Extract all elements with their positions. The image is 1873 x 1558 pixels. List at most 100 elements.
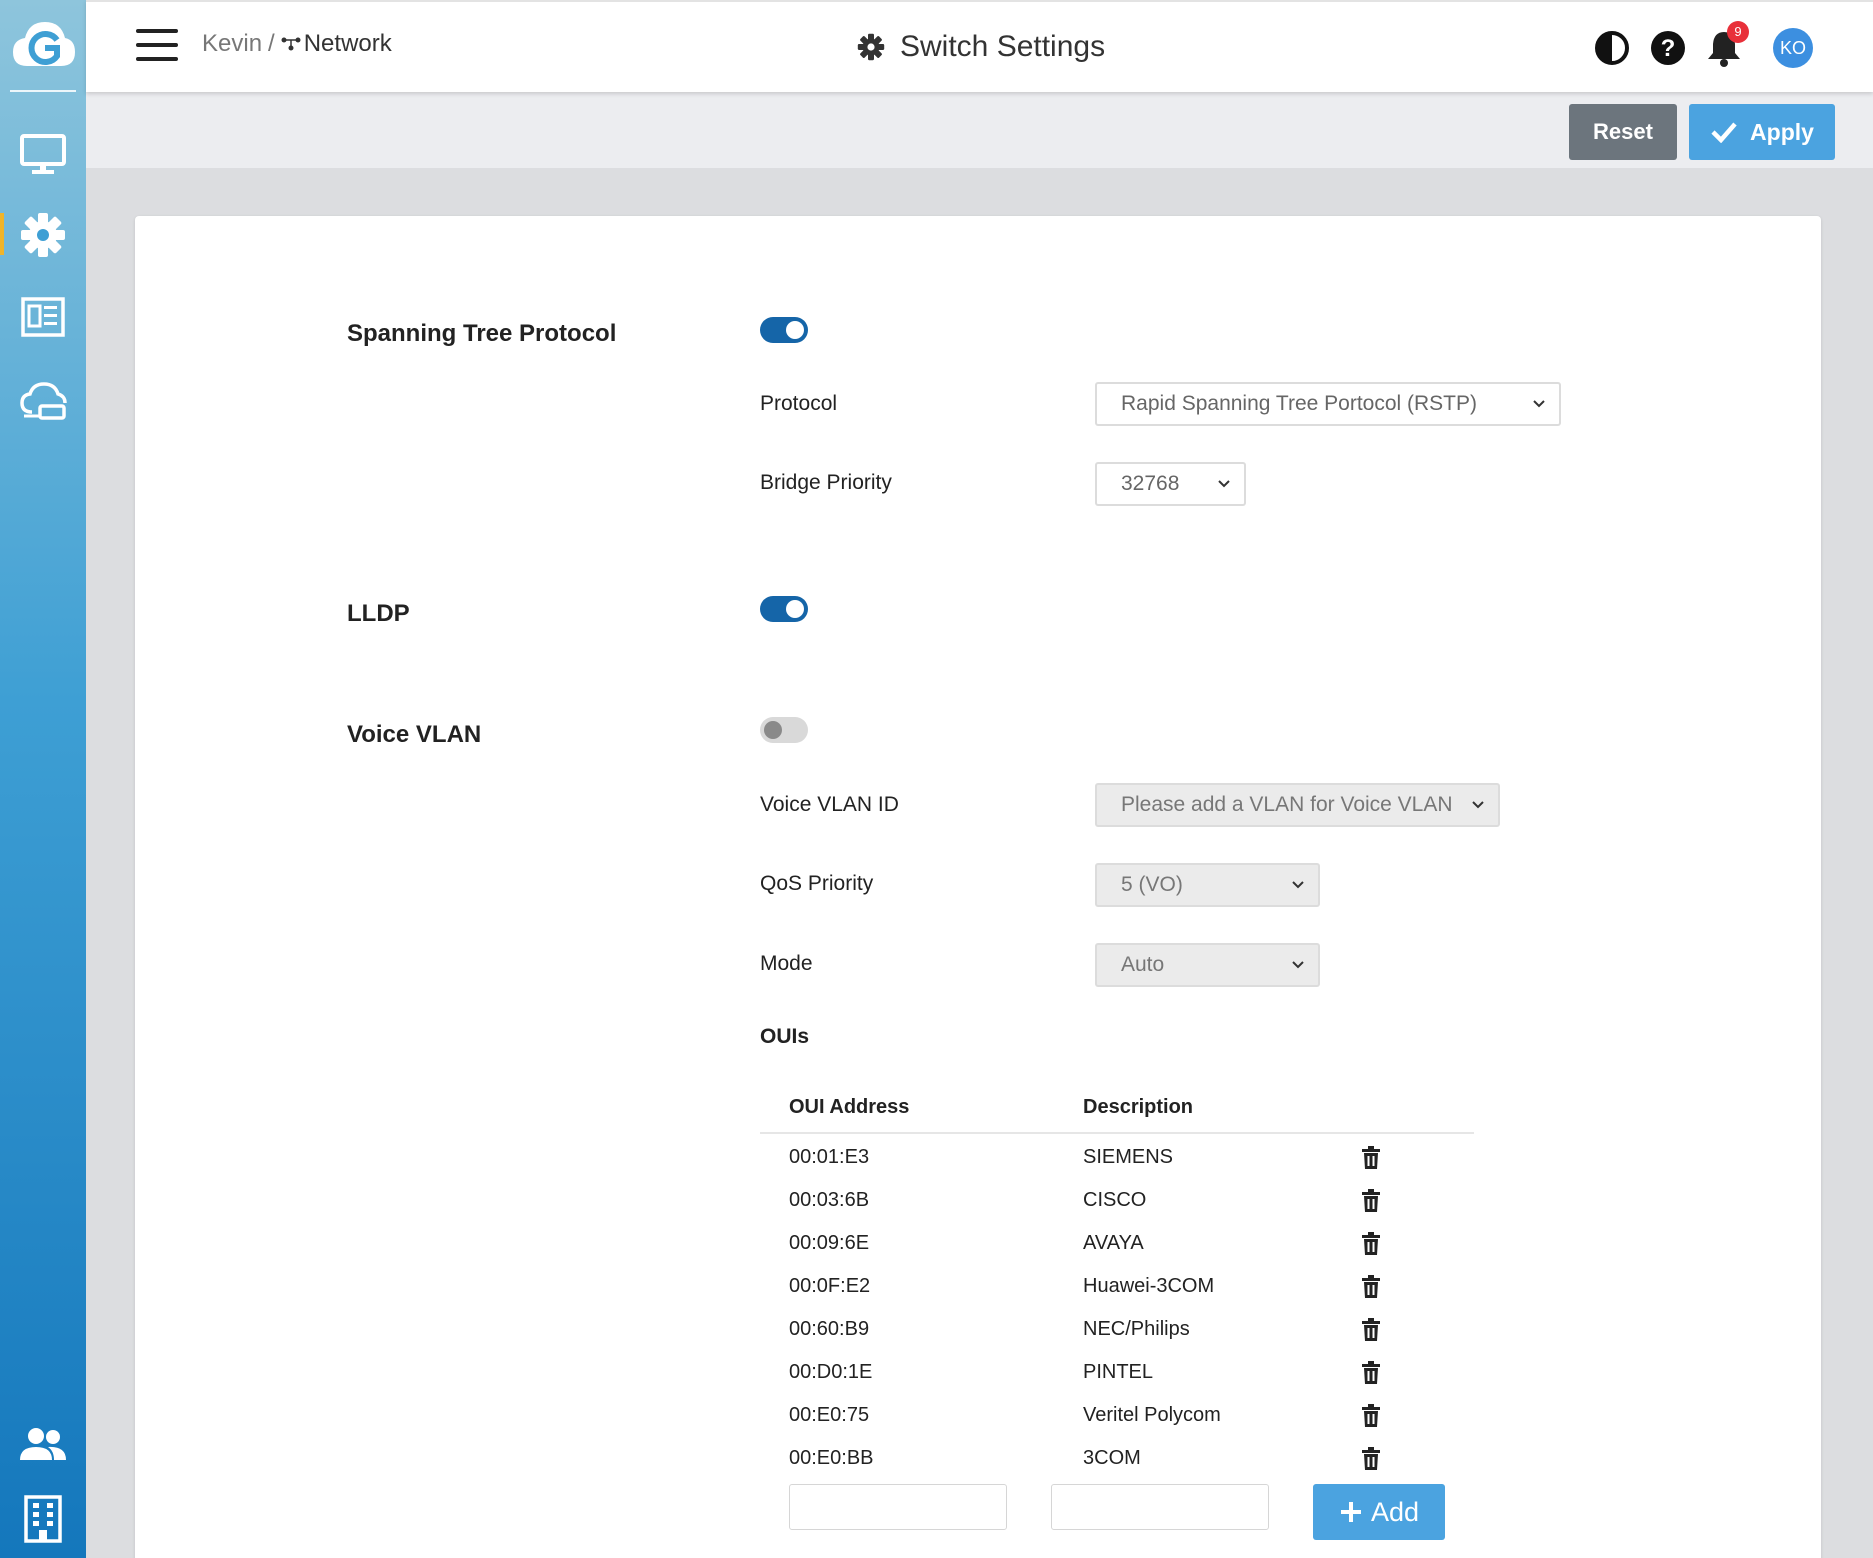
top-icons: ? 9 KO: [1575, 21, 1813, 68]
oui-address: 00:E0:BB: [789, 1447, 874, 1469]
avatar[interactable]: KO: [1773, 28, 1813, 68]
lldp-label: LLDP: [347, 600, 410, 627]
oui-description: NEC/Philips: [1083, 1318, 1190, 1340]
oui-description-input[interactable]: [1051, 1484, 1269, 1530]
voice-vlan-id-value: Please add a VLAN for Voice VLAN: [1121, 793, 1453, 816]
oui-description: 3COM: [1083, 1447, 1141, 1469]
menu-toggle-button[interactable]: [136, 29, 178, 61]
qos-priority-label: QoS Priority: [760, 872, 874, 895]
oui-description: PINTEL: [1083, 1361, 1154, 1383]
oui-table-header: OUI Address Description: [760, 1096, 1474, 1134]
table-row: 00:0F:E2 Huawei-3COM: [760, 1275, 1474, 1311]
oui-address-input[interactable]: [789, 1484, 1007, 1530]
check-icon: [1711, 122, 1737, 143]
protocol-value: Rapid Spanning Tree Portocol (RSTP): [1121, 392, 1478, 415]
oui-description: Huawei-3COM: [1083, 1275, 1215, 1297]
table-row: 00:E0:BB 3COM: [760, 1447, 1474, 1483]
oui-address: 00:09:6E: [789, 1232, 870, 1254]
trash-icon[interactable]: [1360, 1232, 1384, 1256]
trash-icon[interactable]: [1360, 1146, 1384, 1170]
trash-icon[interactable]: [1360, 1361, 1384, 1385]
newspaper-icon[interactable]: [18, 293, 68, 343]
oui-address: 00:E0:75: [789, 1404, 870, 1426]
page-title-text: Switch Settings: [900, 30, 1106, 63]
table-row: 00:09:6E AVAYA: [760, 1232, 1474, 1268]
chevron-down-icon: [1292, 961, 1304, 969]
breadcrumb-separator: /: [268, 30, 275, 57]
chevron-down-icon: [1292, 881, 1304, 889]
contrast-icon[interactable]: [1593, 29, 1631, 67]
qos-priority-select[interactable]: 5 (VO): [1095, 863, 1320, 907]
notification-badge: 9: [1727, 21, 1749, 43]
trash-icon[interactable]: [1360, 1447, 1384, 1471]
oui-description-header: Description: [1083, 1096, 1194, 1118]
trash-icon[interactable]: [1360, 1318, 1384, 1342]
sidebar: [0, 0, 86, 1558]
table-row: 00:E0:75 Veritel Polycom: [760, 1404, 1474, 1440]
breadcrumb-current: Network: [281, 30, 392, 58]
bridge-priority-select[interactable]: 32768: [1095, 462, 1246, 506]
voice-vlan-id-label: Voice VLAN ID: [760, 793, 899, 816]
breadcrumb: Kevin / Network: [202, 30, 392, 58]
chevron-down-icon: [1218, 480, 1230, 488]
breadcrumb-current-label: Network: [303, 30, 392, 57]
action-bar: Reset Apply: [86, 92, 1873, 168]
monitor-icon[interactable]: [18, 130, 68, 180]
add-oui-button[interactable]: Add: [1313, 1484, 1445, 1540]
table-row: 00:01:E3 SIEMENS: [760, 1146, 1474, 1182]
help-icon[interactable]: ?: [1649, 29, 1687, 67]
active-nav-marker: [0, 213, 4, 255]
protocol-select[interactable]: Rapid Spanning Tree Portocol (RSTP): [1095, 382, 1561, 426]
oui-address-header: OUI Address: [789, 1096, 910, 1118]
voice-vlan-id-select[interactable]: Please add a VLAN for Voice VLAN: [1095, 783, 1500, 827]
svg-text:?: ?: [1661, 35, 1676, 62]
table-row: 00:03:6B CISCO: [760, 1189, 1474, 1225]
stp-toggle[interactable]: [760, 317, 808, 343]
bridge-priority-label: Bridge Priority: [760, 471, 892, 494]
stp-label: Spanning Tree Protocol: [347, 320, 617, 347]
apply-button[interactable]: Apply: [1689, 104, 1835, 160]
apply-label: Apply: [1750, 118, 1814, 145]
oui-address: 00:60:B9: [789, 1318, 870, 1340]
protocol-label: Protocol: [760, 392, 838, 415]
gear-icon[interactable]: [18, 210, 68, 260]
oui-description: Veritel Polycom: [1083, 1404, 1221, 1426]
trash-icon[interactable]: [1360, 1404, 1384, 1428]
page-title: Switch Settings: [856, 30, 1105, 64]
logo-icon[interactable]: [9, 14, 77, 82]
oui-description: AVAYA: [1083, 1232, 1144, 1254]
plus-icon: [1340, 1502, 1361, 1522]
voice-vlan-toggle[interactable]: [760, 717, 808, 743]
mode-select[interactable]: Auto: [1095, 943, 1320, 987]
mode-label: Mode: [760, 952, 813, 975]
oui-description: SIEMENS: [1083, 1146, 1174, 1168]
oui-description: CISCO: [1083, 1189, 1147, 1211]
ouis-label: OUIs: [760, 1025, 810, 1048]
table-row: 00:D0:1E PINTEL: [760, 1361, 1474, 1397]
settings-card: Spanning Tree Protocol Protocol Rapid Sp…: [135, 216, 1821, 1558]
chevron-down-icon: [1472, 801, 1484, 809]
bridge-priority-value: 32768: [1121, 472, 1180, 495]
breadcrumb-parent[interactable]: Kevin: [202, 30, 262, 58]
table-row: 00:60:B9 NEC/Philips: [760, 1318, 1474, 1354]
voice-vlan-label: Voice VLAN: [347, 721, 482, 748]
oui-address: 00:0F:E2: [789, 1275, 871, 1297]
add-label: Add: [1370, 1496, 1420, 1527]
chevron-down-icon: [1533, 400, 1545, 408]
mode-value: Auto: [1121, 953, 1165, 976]
qos-priority-value: 5 (VO): [1121, 873, 1183, 896]
oui-address: 00:03:6B: [789, 1189, 870, 1211]
users-icon[interactable]: [18, 1420, 68, 1470]
logo-divider: [10, 90, 76, 92]
cloud-network-icon[interactable]: [18, 376, 68, 426]
bell-icon[interactable]: 9: [1705, 21, 1749, 67]
building-icon[interactable]: [18, 1494, 68, 1544]
oui-address: 00:D0:1E: [789, 1361, 873, 1383]
reset-button[interactable]: Reset: [1569, 104, 1677, 160]
trash-icon[interactable]: [1360, 1189, 1384, 1213]
top-bar: Kevin / Network Switch Settings ? 9 KO: [86, 0, 1873, 92]
trash-icon[interactable]: [1360, 1275, 1384, 1299]
lldp-toggle[interactable]: [760, 596, 808, 622]
gear-icon: [857, 33, 885, 61]
network-icon: [281, 37, 301, 51]
